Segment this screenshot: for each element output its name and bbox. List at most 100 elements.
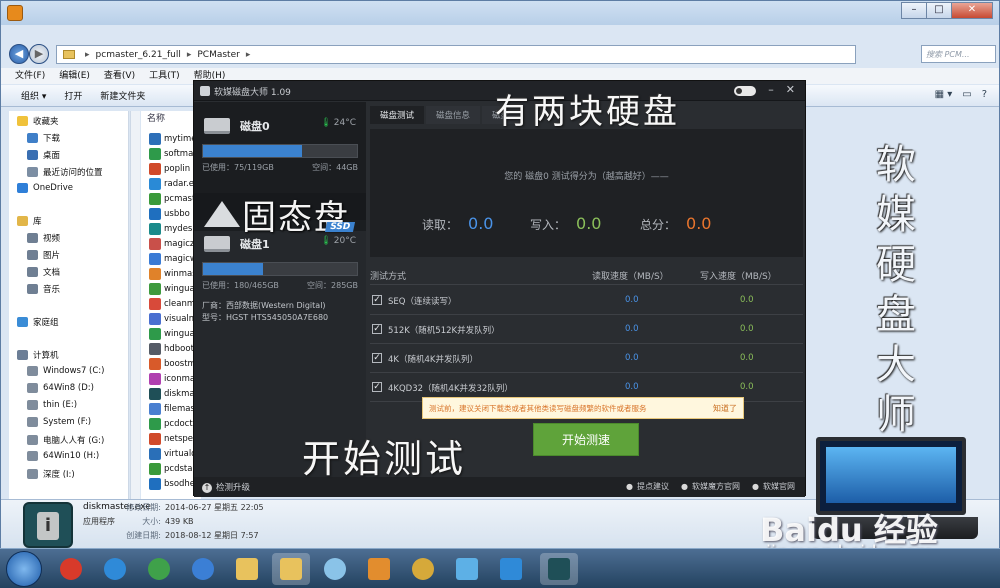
nav-item[interactable]: 图片: [27, 249, 60, 261]
row-checkbox[interactable]: ✓: [372, 324, 382, 334]
minimize-button[interactable]: –: [901, 2, 927, 19]
nav-item[interactable]: 视频: [27, 232, 60, 244]
navigation-scrollbar[interactable]: [130, 111, 140, 499]
folder-app-icon[interactable]: [228, 553, 266, 585]
menu-edit[interactable]: 编辑(E): [59, 68, 90, 84]
tab-disk-test[interactable]: 磁盘测试: [370, 106, 425, 124]
file-item[interactable]: mydesk: [149, 223, 197, 235]
theme-toggle[interactable]: [734, 86, 757, 96]
nav-item[interactable]: OneDrive: [17, 183, 73, 193]
file-item[interactable]: pcdoct: [149, 418, 193, 430]
file-item[interactable]: filemas: [149, 403, 195, 415]
nav-item-label: OneDrive: [33, 183, 73, 193]
nav-item[interactable]: thin (E:): [27, 400, 77, 410]
maximize-button[interactable]: □: [926, 2, 952, 19]
breadcrumb-item[interactable]: pcmaster_6.21_full: [96, 50, 181, 60]
cube-icon[interactable]: [492, 553, 530, 585]
check-update-link[interactable]: 检测升级: [202, 481, 250, 493]
start-button[interactable]: [6, 551, 42, 587]
file-item[interactable]: usbbo: [149, 208, 190, 220]
file-item[interactable]: visualm: [149, 313, 197, 325]
mofang-site-link[interactable]: 软媒魔方官网: [681, 481, 740, 492]
file-item[interactable]: pcmast: [149, 193, 195, 205]
file-item[interactable]: cleanm: [149, 298, 195, 310]
ie-icon[interactable]: [96, 553, 134, 585]
row-checkbox[interactable]: ✓: [372, 382, 382, 392]
file-name: magicw: [164, 254, 197, 264]
row-checkbox[interactable]: ✓: [372, 353, 382, 363]
breadcrumb-item[interactable]: PCMaster: [197, 50, 239, 60]
nav-item[interactable]: Windows7 (C:): [27, 366, 104, 376]
organize-button[interactable]: 组织 ▾: [21, 89, 46, 102]
file-item[interactable]: magicz: [149, 238, 194, 250]
file-item[interactable]: iconma: [149, 373, 195, 385]
tab-disk-info[interactable]: 磁盘信息: [426, 106, 481, 124]
close-button[interactable]: ✕: [951, 2, 993, 19]
file-item[interactable]: virtuald: [149, 448, 197, 460]
menu-view[interactable]: 查看(V): [104, 68, 135, 84]
nav-item[interactable]: 家庭组: [17, 316, 59, 328]
row-checkbox[interactable]: ✓: [372, 295, 382, 305]
open-button[interactable]: 打开: [64, 89, 82, 102]
nav-item[interactable]: 最近访问的位置: [27, 166, 103, 178]
nav-item[interactable]: 电脑人人有 (G:): [27, 434, 104, 446]
nav-item[interactable]: 收藏夹: [17, 115, 59, 127]
ssd-tag: SSD: [324, 222, 356, 232]
file-item[interactable]: pcdstar: [149, 463, 196, 475]
diskmaster-taskbar-icon[interactable]: [540, 553, 578, 585]
file-item[interactable]: diskma: [149, 388, 195, 400]
file-item[interactable]: mytime: [149, 133, 197, 145]
taskbar-app-icon[interactable]: [52, 553, 90, 585]
test-panel: 磁盘测试 磁盘信息 磁盘 您的 磁盘0 测试得分为（越高越好）—— 读取： 0.0…: [370, 102, 803, 477]
file-item[interactable]: boostm: [149, 358, 196, 370]
back-button[interactable]: ◀: [9, 44, 29, 64]
nav-item[interactable]: 64Win10 (H:): [27, 451, 99, 461]
help-icon[interactable]: ?: [982, 89, 987, 100]
nav-item[interactable]: 文档: [27, 266, 60, 278]
file-item[interactable]: bsodhe: [149, 478, 195, 490]
nav-item-icon: [27, 167, 38, 177]
forward-button[interactable]: ▶: [29, 44, 49, 64]
nav-item[interactable]: 音乐: [27, 283, 60, 295]
browser-icon[interactable]: [184, 553, 222, 585]
minimize-icon[interactable]: –: [768, 83, 774, 96]
paint-icon[interactable]: [404, 553, 442, 585]
explorer-taskbar-icon[interactable]: [272, 553, 310, 585]
app-icon[interactable]: [448, 553, 486, 585]
pinwheel-icon[interactable]: [316, 553, 354, 585]
search-input[interactable]: 搜索 PCM...: [921, 45, 996, 63]
feedback-link[interactable]: 提点建议: [626, 481, 669, 492]
file-item[interactable]: winmas: [149, 268, 197, 280]
close-icon[interactable]: ✕: [786, 83, 795, 96]
view-options-icon[interactable]: ▦ ▾: [935, 89, 953, 100]
nav-item[interactable]: 64Win8 (D:): [27, 383, 94, 393]
nav-item[interactable]: 深度 (I:): [27, 468, 75, 480]
file-item[interactable]: radar.e: [149, 178, 194, 190]
nav-item-icon: [27, 366, 38, 376]
nav-item[interactable]: 库: [17, 215, 42, 227]
file-item[interactable]: wingua: [149, 283, 195, 295]
preview-pane-icon[interactable]: ▭: [962, 89, 971, 100]
notice-ok-link[interactable]: 知道了: [713, 403, 737, 414]
nav-item[interactable]: System (F:): [27, 417, 91, 427]
menu-file[interactable]: 文件(F): [15, 68, 45, 84]
column-header-name[interactable]: 名称: [147, 111, 165, 124]
address-bar[interactable]: ▸ pcmaster_6.21_full ▸ PCMaster ▸: [56, 45, 856, 64]
start-test-button[interactable]: 开始测速: [533, 423, 639, 456]
file-item[interactable]: netspe: [149, 433, 193, 445]
nav-item-label: 电脑人人有 (G:): [43, 436, 105, 446]
new-folder-button[interactable]: 新建文件夹: [100, 89, 145, 102]
ruanmei-site-link[interactable]: 软媒官网: [752, 481, 795, 492]
file-item[interactable]: softma: [149, 148, 193, 160]
file-item[interactable]: wingua: [149, 328, 195, 340]
file-name: mytime: [164, 134, 197, 144]
chrome-icon[interactable]: [140, 553, 178, 585]
media-icon[interactable]: [360, 553, 398, 585]
file-item[interactable]: hdboot: [149, 343, 194, 355]
nav-item[interactable]: 桌面: [27, 149, 60, 161]
file-item[interactable]: poplin: [149, 163, 190, 175]
nav-item[interactable]: 下载: [27, 132, 60, 144]
nav-item[interactable]: 计算机: [17, 349, 59, 361]
file-item[interactable]: magicw: [149, 253, 197, 265]
menu-tools[interactable]: 工具(T): [149, 68, 180, 84]
